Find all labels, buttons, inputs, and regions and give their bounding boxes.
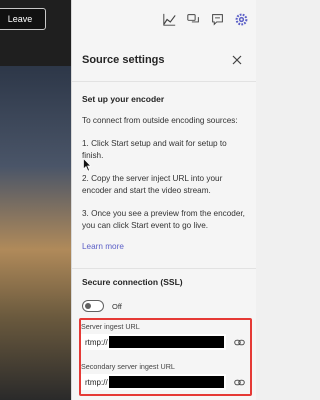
learn-more-link[interactable]: Learn more [82,242,124,251]
panel-header: Source settings [72,38,256,82]
server-ingest-field[interactable]: rtmp:// [81,334,226,350]
encoder-section: Set up your encoder To connect from outs… [72,94,256,254]
copy-link-icon[interactable] [233,376,245,388]
ssl-toggle-row: Off [82,299,246,313]
leave-button[interactable]: Leave [0,8,46,30]
secondary-ingest-field[interactable]: rtmp:// [81,374,226,390]
panel-title: Source settings [82,53,165,66]
divider [72,268,256,269]
toolbar [72,0,256,38]
redacted-block [108,336,224,348]
close-icon[interactable] [230,53,244,67]
step-3: 3. Once you see a preview from the encod… [82,209,245,230]
video-area: Leave [0,0,71,400]
server-ingest-value: rtmp:// [85,337,108,347]
secondary-ingest-value: rtmp:// [85,377,108,387]
ssl-toggle[interactable] [82,300,104,312]
video-preview [0,66,71,400]
redacted-block [108,376,224,388]
step-2: 2. Copy the server inject URL into your … [82,174,223,195]
intro-text: To connect from outside encoding sources… [82,116,238,125]
message-icon[interactable] [210,12,224,26]
server-ingest-label: Server ingest URL [81,322,140,331]
gear-icon[interactable] [234,12,248,26]
chart-icon[interactable] [162,12,176,26]
step-1: 1. Click Start setup and wait for setup … [82,139,227,160]
ssl-section: Secure connection (SSL) Off [72,277,256,313]
ssl-toggle-label: Off [112,301,122,311]
copy-link-icon[interactable] [233,336,245,348]
setup-title: Set up your encoder [82,94,165,104]
toggle-knob [85,303,91,309]
mouse-cursor-icon [83,158,91,172]
ssl-title: Secure connection (SSL) [82,277,183,287]
chat-bubbles-icon[interactable] [186,12,200,26]
secondary-ingest-label: Secondary server ingest URL [81,362,175,371]
